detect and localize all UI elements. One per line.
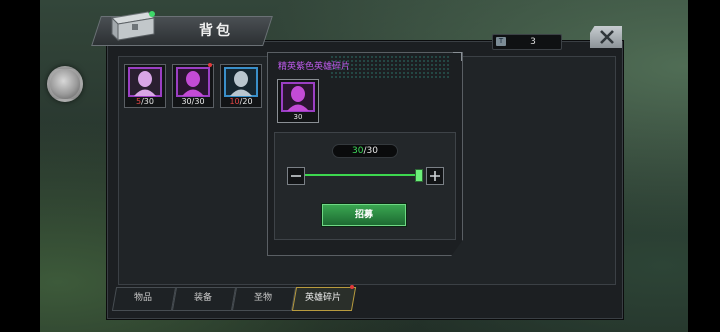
inventory-slot[interactable]: 10/20 — [220, 64, 262, 108]
slider-fill — [305, 174, 421, 176]
plus-icon — [430, 171, 440, 181]
inventory-slot[interactable]: 5/30 — [124, 64, 166, 108]
item-name: 精英紫色英雄碎片 — [278, 62, 351, 72]
screen-edge-left — [0, 0, 40, 332]
ticket-icon: T — [496, 37, 506, 46]
close-icon — [600, 30, 614, 44]
tab-hero-shards-label: 英雄碎片 — [304, 293, 341, 303]
increase-button[interactable] — [426, 167, 444, 185]
currency-display: T 3 — [492, 34, 562, 50]
tab-items-label: 物品 — [133, 293, 152, 303]
slider-handle[interactable] — [415, 169, 423, 182]
window-title: 背包 — [199, 23, 233, 39]
quantity-display: 30/30 — [332, 144, 398, 158]
notification-badge — [208, 63, 212, 67]
joystick-button[interactable] — [47, 66, 83, 102]
inventory-slot[interactable]: 30/30 — [172, 64, 214, 108]
minus-icon — [291, 175, 301, 177]
currency-value: 3 — [530, 37, 536, 47]
item-count: 30 — [293, 113, 303, 121]
decrease-button[interactable] — [287, 167, 305, 185]
tab-relics-label: 圣物 — [253, 293, 272, 303]
hero-shard-card-icon — [128, 67, 162, 97]
close-button[interactable] — [590, 26, 622, 48]
screen-edge-right — [688, 0, 720, 332]
selected-item-slot: 30 — [277, 79, 319, 123]
item-count: 5/30 — [136, 97, 154, 106]
recruit-button[interactable]: 招募 — [322, 204, 406, 226]
popup-corner-mark — [453, 52, 462, 61]
quantity-slider[interactable] — [305, 174, 421, 176]
chest-icon — [108, 4, 156, 44]
item-count: 10/20 — [229, 97, 253, 106]
notification-badge — [350, 285, 354, 289]
tab-equipment-label: 装备 — [193, 293, 212, 303]
hero-shard-card-icon — [224, 67, 258, 97]
item-count: 30/30 — [181, 97, 205, 106]
hero-shard-card-icon — [281, 82, 315, 112]
hero-shard-card-icon — [176, 67, 210, 97]
